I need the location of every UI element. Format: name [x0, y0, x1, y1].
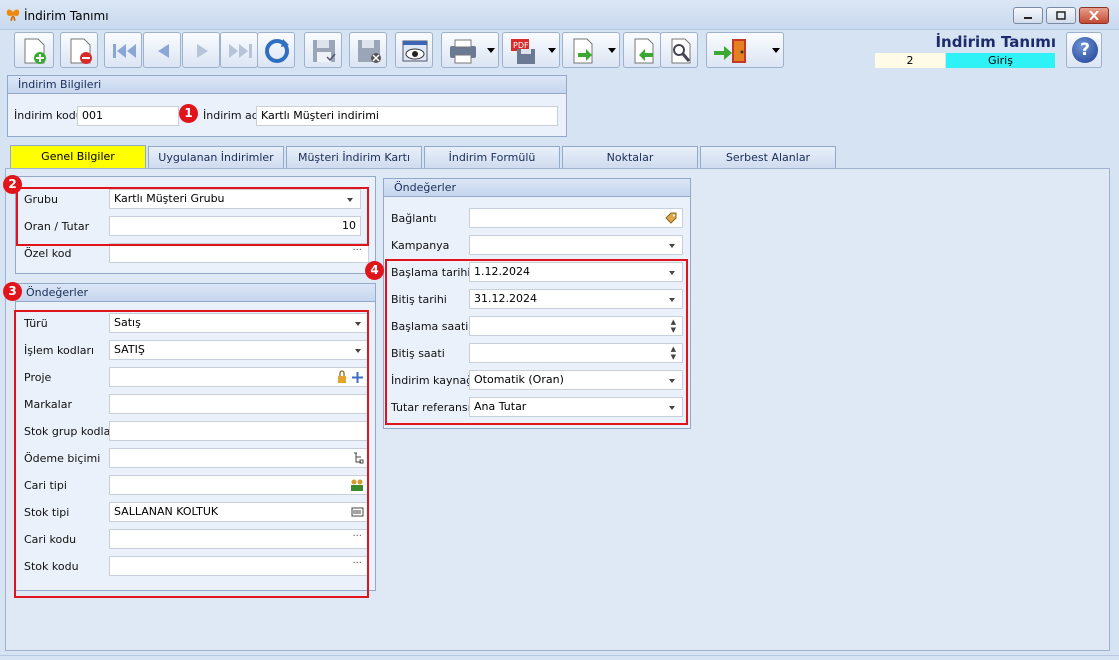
- chevron-down-icon: [772, 48, 780, 53]
- indirim-adi-input[interactable]: Kartlı Müşteri indirimi: [256, 106, 558, 126]
- save-button[interactable]: [304, 32, 342, 68]
- last-record-button[interactable]: [220, 32, 258, 68]
- refresh-button[interactable]: [257, 32, 295, 68]
- window-title: İndirim Tanımı: [24, 9, 109, 23]
- tab-indirim-formulu[interactable]: İndirim Formülü: [424, 146, 560, 168]
- section-title: İndirim Bilgileri: [8, 76, 566, 94]
- baglanti-input[interactable]: [469, 208, 683, 228]
- kampanya-select[interactable]: [469, 235, 683, 255]
- preview-button[interactable]: [395, 32, 433, 68]
- printer-icon: [450, 39, 476, 64]
- next-icon: [197, 44, 208, 58]
- indirim-kodu-input[interactable]: 001: [77, 106, 179, 126]
- help-icon: ?: [1072, 37, 1098, 63]
- page-title: İndirim Tanımı: [935, 33, 1056, 51]
- preview-eye-icon: [402, 40, 428, 62]
- ellipsis-icon: ···: [352, 245, 362, 256]
- maximize-icon: [1056, 11, 1066, 20]
- new-record-button[interactable]: [14, 32, 54, 68]
- pdf-export-button[interactable]: PDF: [502, 32, 560, 68]
- chevron-down-icon: [487, 48, 495, 53]
- close-icon: [1089, 11, 1099, 20]
- export-button[interactable]: [562, 32, 620, 68]
- previous-icon: [158, 44, 169, 58]
- delete-record-button[interactable]: [60, 32, 98, 68]
- annotation-badge-1: 1: [179, 104, 198, 123]
- tools-search-icon: [671, 38, 691, 64]
- tab-serbest-alanlar[interactable]: Serbest Alanlar: [700, 146, 836, 168]
- annotation-badge-3: 3: [3, 282, 22, 301]
- import-button[interactable]: [623, 32, 661, 68]
- new-document-icon: [24, 38, 46, 64]
- last-icon: [229, 44, 252, 58]
- exit-door-icon: [714, 39, 746, 63]
- chevron-down-icon: [548, 48, 556, 53]
- delete-document-icon: [70, 38, 92, 64]
- exit-button[interactable]: [706, 32, 784, 68]
- highlight-box-4: [385, 259, 688, 425]
- section-title: Öndeğerler: [16, 284, 375, 302]
- first-icon: [113, 44, 136, 58]
- section-title: Öndeğerler: [384, 179, 690, 197]
- mode-badge: Giriş: [946, 53, 1055, 68]
- ozel-kod-input[interactable]: ···: [109, 243, 369, 263]
- tab-uygulanan-indirimler[interactable]: Uygulanan İndirimler: [148, 146, 284, 168]
- first-record-button[interactable]: [104, 32, 142, 68]
- tab-genel-bilgiler[interactable]: Genel Bilgiler: [10, 145, 146, 168]
- baglanti-label: Bağlantı: [391, 212, 437, 225]
- footer-divider: [0, 655, 1119, 656]
- export-document-icon: [573, 38, 593, 64]
- record-count: 2: [875, 53, 945, 68]
- minimize-icon: [1024, 17, 1032, 19]
- cancel-save-button[interactable]: [349, 32, 387, 68]
- refresh-icon: [265, 39, 289, 63]
- print-button[interactable]: [441, 32, 499, 68]
- kampanya-label: Kampanya: [391, 239, 450, 252]
- tag-icon[interactable]: [664, 211, 678, 225]
- annotation-badge-4: 4: [365, 261, 384, 280]
- close-button[interactable]: [1079, 7, 1109, 24]
- indirim-adi-label: İndirim adı: [203, 109, 262, 122]
- svg-text:PDF: PDF: [513, 41, 529, 50]
- butterfly-logo-icon: [6, 9, 20, 21]
- maximize-button[interactable]: [1046, 7, 1076, 24]
- import-document-icon: [634, 38, 654, 64]
- help-button[interactable]: ?: [1066, 32, 1102, 68]
- previous-record-button[interactable]: [143, 32, 181, 68]
- indirim-kodu-label: İndirim kodu: [14, 109, 83, 122]
- chevron-down-icon: [608, 48, 616, 53]
- highlight-box-2: [16, 187, 369, 246]
- window-titlebar: İndirim Tanımı: [0, 0, 1119, 30]
- minimize-button[interactable]: [1013, 7, 1043, 24]
- ozel-kod-label: Özel kod: [24, 247, 72, 260]
- tab-musteri-indirim-karti[interactable]: Müşteri İndirim Kartı: [286, 146, 422, 168]
- next-record-button[interactable]: [182, 32, 220, 68]
- save-cancel-icon: [358, 40, 381, 63]
- tools-button[interactable]: [660, 32, 698, 68]
- chevron-down-icon: [669, 244, 675, 248]
- annotation-badge-2: 2: [3, 175, 22, 194]
- tab-noktalar[interactable]: Noktalar: [562, 146, 698, 168]
- pdf-save-icon: PDF: [511, 39, 535, 64]
- save-disk-icon: [313, 40, 336, 62]
- highlight-box-3: [14, 310, 369, 598]
